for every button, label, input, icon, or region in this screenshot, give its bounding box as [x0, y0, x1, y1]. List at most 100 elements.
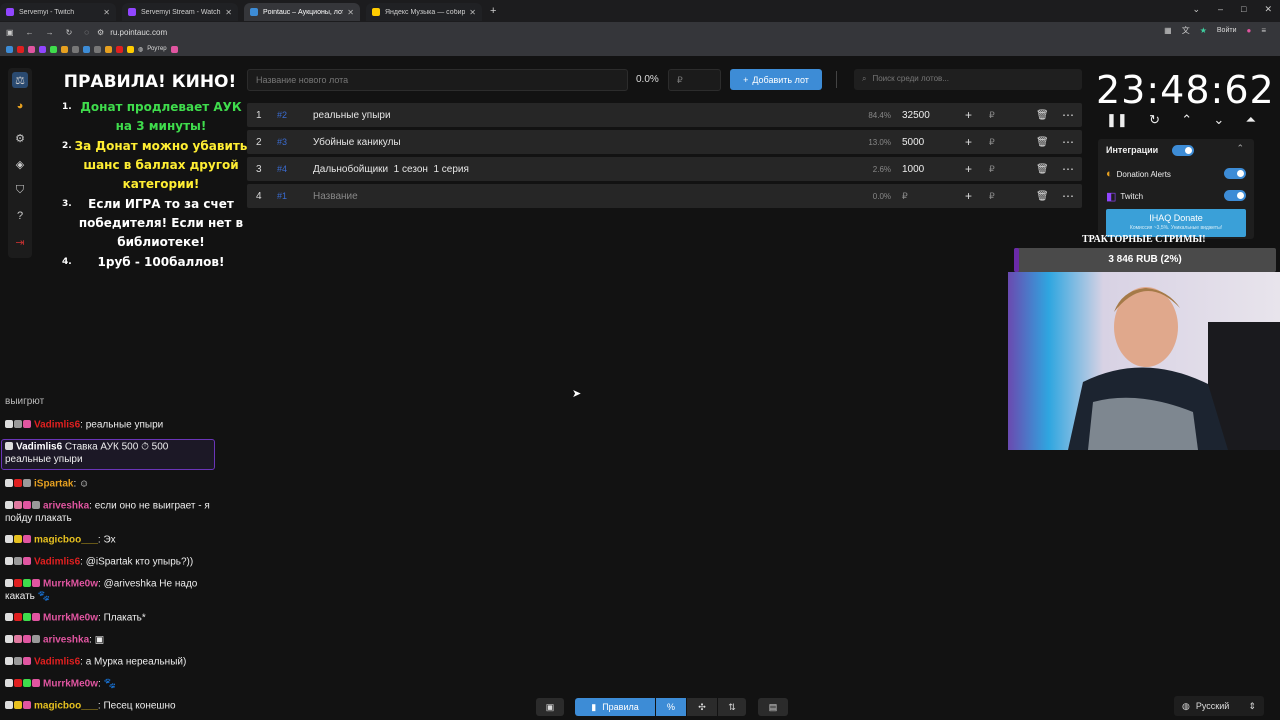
layers-icon[interactable]: ◈: [12, 156, 28, 172]
percent-button[interactable]: %: [656, 698, 686, 716]
close-tab-icon[interactable]: ✕: [103, 8, 110, 17]
shield-icon[interactable]: ⛉: [12, 182, 28, 198]
tab-list-icon[interactable]: ⌄: [1192, 4, 1200, 15]
more-icon[interactable]: ⋯: [1062, 108, 1074, 122]
bookmark-icon[interactable]: [94, 45, 101, 53]
trash-icon[interactable]: 🗑: [1036, 137, 1049, 148]
ruble-icon[interactable]: ₽: [989, 110, 995, 121]
translate-icon[interactable]: 文: [1182, 25, 1190, 36]
add-lot-button[interactable]: + Добавить лот: [730, 69, 822, 90]
rules-button[interactable]: ▮ Правила: [575, 698, 655, 716]
collapse-icon[interactable]: ⌃: [1236, 143, 1244, 154]
url-field[interactable]: ru.pointauc.com: [110, 28, 167, 37]
double-chevron-up-icon[interactable]: ⏶: [1246, 112, 1256, 128]
more-icon[interactable]: ⋯: [1062, 162, 1074, 176]
close-tab-icon[interactable]: ✕: [469, 8, 476, 17]
ruble-icon[interactable]: ₽: [989, 191, 995, 202]
bookmark-icon[interactable]: [50, 45, 57, 53]
browser-tab[interactable]: Яндекс Музыка — собираем✕: [366, 3, 482, 21]
bookmark-icon[interactable]: [61, 45, 68, 53]
browser-tab[interactable]: Servemyi - Twitch ✕: [0, 3, 116, 21]
trash-icon[interactable]: 🗑: [1036, 164, 1049, 175]
menu-icon[interactable]: ≡: [1261, 26, 1266, 35]
shield-icon[interactable]: ◌: [84, 28, 89, 37]
plus-icon[interactable]: +: [965, 135, 972, 149]
sort-icon[interactable]: ⇅: [718, 698, 746, 716]
bookmark-icon[interactable]: [6, 45, 13, 53]
plus-icon[interactable]: +: [965, 108, 972, 122]
bookmark-icon[interactable]: [17, 45, 24, 53]
chat-username[interactable]: magicboo___: [34, 701, 98, 712]
close-window-icon[interactable]: ✕: [1264, 4, 1272, 15]
donate-button[interactable]: IHAQ Donate Комиссия ~3,5%. Уникальные в…: [1106, 209, 1246, 237]
chat-username[interactable]: MurrkMe0w: [43, 579, 98, 590]
close-tab-icon[interactable]: ✕: [225, 8, 232, 17]
chat-username[interactable]: MurrkMe0w: [43, 679, 98, 690]
save-icon[interactable]: ▣: [536, 698, 564, 716]
help-icon[interactable]: ?: [12, 208, 28, 224]
login-button[interactable]: Войти: [1217, 27, 1237, 34]
expand-icon[interactable]: ✣: [687, 698, 717, 716]
more-icon[interactable]: ⋯: [1062, 189, 1074, 203]
auction-icon[interactable]: ⚖: [12, 72, 28, 88]
bookmark-router[interactable]: Роутер: [147, 46, 166, 52]
reload-icon[interactable]: ↻: [66, 28, 73, 37]
bookmark-icon[interactable]: [170, 45, 178, 53]
browser-tab-active[interactable]: Pointauc – Аукционы, лотереи✕: [244, 3, 360, 21]
minimize-icon[interactable]: –: [1218, 4, 1223, 15]
profile-icon[interactable]: ●: [1246, 26, 1251, 35]
site-info-icon[interactable]: ⚙: [97, 28, 104, 37]
reset-icon[interactable]: ↻: [1149, 112, 1160, 128]
lot-amount[interactable]: 1000: [902, 164, 924, 175]
more-icon[interactable]: ⋯: [1062, 135, 1074, 149]
chat-username[interactable]: Vadimlis6: [34, 420, 80, 431]
bookmark-icon[interactable]: [28, 45, 35, 53]
layout-icon[interactable]: ▤: [758, 698, 788, 716]
chat-username[interactable]: magicboo___: [34, 535, 98, 546]
integrations-toggle[interactable]: [1172, 145, 1194, 156]
twitch-toggle[interactable]: [1224, 190, 1246, 201]
lot-amount-input[interactable]: ₽: [902, 191, 908, 202]
new-tab-button[interactable]: +: [490, 5, 496, 17]
new-lot-input[interactable]: Название нового лота: [247, 69, 628, 91]
close-tab-icon[interactable]: ✕: [347, 8, 354, 17]
extensions-icon[interactable]: ▦: [1164, 26, 1172, 35]
new-lot-amount-input[interactable]: ₽: [668, 69, 721, 91]
lot-search-input[interactable]: ⌕ Поиск среди лотов...: [854, 69, 1082, 90]
chat-username[interactable]: ariveshka: [43, 635, 89, 646]
browser-tab[interactable]: Servemyi Stream - Watch Live✕: [122, 3, 238, 21]
chat-username[interactable]: ariveshka: [43, 501, 89, 512]
bookmark-icon[interactable]: [116, 45, 123, 53]
sidebar-toggle-icon[interactable]: ▣: [6, 28, 14, 37]
plus-icon[interactable]: +: [965, 162, 972, 176]
maximize-icon[interactable]: □: [1241, 4, 1246, 15]
wheel-icon[interactable]: ◕: [12, 98, 28, 114]
bookmark-icon[interactable]: [72, 45, 79, 53]
lot-name[interactable]: реальные упыри: [313, 110, 391, 121]
chat-username[interactable]: Vadimlis6: [16, 442, 62, 453]
bookmark-icon[interactable]: [39, 45, 46, 53]
chat-username[interactable]: Vadimlis6: [34, 557, 80, 568]
chevron-up-icon[interactable]: ⌃: [1181, 112, 1192, 128]
trash-icon[interactable]: 🗑: [1036, 110, 1049, 121]
lot-name[interactable]: Дальнобойщики 1 сезон 1 серия: [313, 164, 469, 175]
lot-amount[interactable]: 5000: [902, 137, 924, 148]
lot-name[interactable]: Убойные каникулы: [313, 137, 401, 148]
bookmark-icon[interactable]: [127, 45, 134, 53]
trash-icon[interactable]: 🗑: [1036, 191, 1049, 202]
pause-icon[interactable]: ❚❚: [1106, 112, 1128, 128]
bookmark-icon[interactable]: [83, 45, 90, 53]
star-icon[interactable]: ★: [1200, 26, 1207, 35]
plus-icon[interactable]: +: [965, 189, 972, 203]
bookmark-icon[interactable]: [105, 45, 112, 53]
back-icon[interactable]: ←: [26, 28, 34, 37]
chat-username[interactable]: Vadimlis6: [34, 657, 80, 668]
lot-amount[interactable]: 32500: [902, 110, 930, 121]
language-select[interactable]: ◍ Русский ⇕: [1174, 696, 1264, 716]
forward-icon[interactable]: →: [46, 28, 54, 37]
chat-username[interactable]: MurrkMe0w: [43, 613, 98, 624]
logout-icon[interactable]: ⇥: [12, 234, 28, 250]
lot-name-input[interactable]: Название: [313, 191, 358, 202]
donation-alerts-toggle[interactable]: [1224, 168, 1246, 179]
ruble-icon[interactable]: ₽: [989, 164, 995, 175]
